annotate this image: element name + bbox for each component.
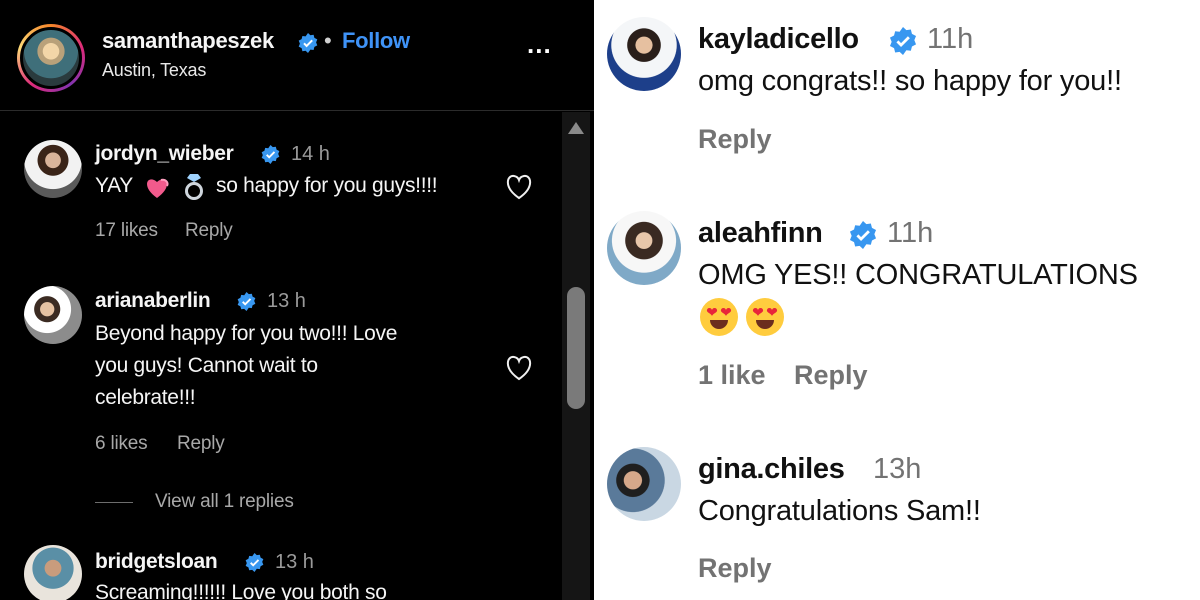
comment-text-part: so happy for you guys!!!! xyxy=(216,174,438,197)
ring-emoji-icon xyxy=(185,174,203,200)
verified-badge-icon xyxy=(237,292,256,311)
post-author-username[interactable]: samanthapeszek xyxy=(102,28,274,54)
commenter-username[interactable]: arianaberlin xyxy=(95,289,211,313)
commenter-avatar[interactable] xyxy=(24,286,82,344)
like-heart-icon[interactable] xyxy=(505,355,533,381)
emoji-row: ❤ ❤ ❤ ❤ xyxy=(700,298,792,336)
reply-button[interactable]: Reply xyxy=(177,433,225,455)
commenter-username[interactable]: bridgetsloan xyxy=(95,550,218,574)
commenter-avatar[interactable] xyxy=(607,211,681,285)
comment-time: 13h xyxy=(873,453,922,485)
comment-time: 11h xyxy=(887,217,934,249)
commenter-username[interactable]: aleahfinn xyxy=(698,217,823,250)
comment-text: omg congrats!! so happy for you!! xyxy=(698,65,1122,97)
scroll-up-arrow-icon[interactable] xyxy=(568,122,584,134)
verified-badge-icon xyxy=(889,27,917,55)
reply-button[interactable]: Reply xyxy=(698,553,772,584)
comment-time: 13 h xyxy=(275,551,314,573)
separator-dot: • xyxy=(324,28,332,53)
instagram-comments-light: kayladicello 11h omg congrats!! so happy… xyxy=(600,0,1200,600)
comment-time: 11h xyxy=(927,23,974,55)
commenter-username[interactable]: jordyn_wieber xyxy=(95,142,234,166)
comment-text-line: Screaming!!!!!! Love you both so xyxy=(95,581,387,600)
like-count[interactable]: 6 likes xyxy=(95,433,148,455)
comment-text-line: celebrate!!! xyxy=(95,386,196,409)
like-heart-icon[interactable] xyxy=(505,174,533,200)
commenter-username[interactable]: gina.chiles xyxy=(698,453,845,486)
like-count[interactable]: 1 like xyxy=(698,360,766,391)
commenter-avatar[interactable] xyxy=(607,17,681,91)
verified-badge-icon xyxy=(261,145,280,164)
commenter-avatar[interactable] xyxy=(24,545,82,600)
profile-avatar[interactable] xyxy=(17,24,85,92)
reply-button[interactable]: Reply xyxy=(185,220,233,242)
replies-divider-line xyxy=(95,502,133,503)
like-count[interactable]: 17 likes xyxy=(95,220,158,242)
reply-button[interactable]: Reply xyxy=(698,124,772,155)
heart-eyes-emoji-icon: ❤ ❤ xyxy=(746,298,784,336)
verified-badge-icon xyxy=(849,221,877,249)
comment-time: 14 h xyxy=(291,143,330,165)
commenter-avatar[interactable] xyxy=(24,140,82,198)
comment-text: Congratulations Sam!! xyxy=(698,495,981,527)
commenter-avatar[interactable] xyxy=(607,447,681,521)
view-replies-link[interactable]: View all 1 replies xyxy=(155,491,294,513)
post-header: samanthapeszek • Follow Austin, Texas ..… xyxy=(0,0,594,111)
scrollbar-thumb[interactable] xyxy=(567,287,585,409)
comment-time: 13 h xyxy=(267,290,306,312)
follow-button[interactable]: Follow xyxy=(342,28,410,54)
post-location[interactable]: Austin, Texas xyxy=(102,60,206,81)
heart-emoji-icon xyxy=(147,178,169,198)
verified-badge-icon xyxy=(245,553,264,572)
commenter-username[interactable]: kayladicello xyxy=(698,23,859,56)
more-options-icon[interactable]: ... xyxy=(527,29,552,60)
verified-badge-icon xyxy=(298,33,318,53)
heart-eyes-emoji-icon: ❤ ❤ xyxy=(700,298,738,336)
comment-text-part: YAY xyxy=(95,174,134,197)
instagram-post-comments-dark: samanthapeszek • Follow Austin, Texas ..… xyxy=(0,0,594,600)
reply-button[interactable]: Reply xyxy=(794,360,868,391)
comment-text-line: Beyond happy for you two!!! Love xyxy=(95,322,398,345)
comment-text-line: you guys! Cannot wait to xyxy=(95,354,318,377)
comment-text: OMG YES!! CONGRATULATIONS xyxy=(698,259,1138,291)
